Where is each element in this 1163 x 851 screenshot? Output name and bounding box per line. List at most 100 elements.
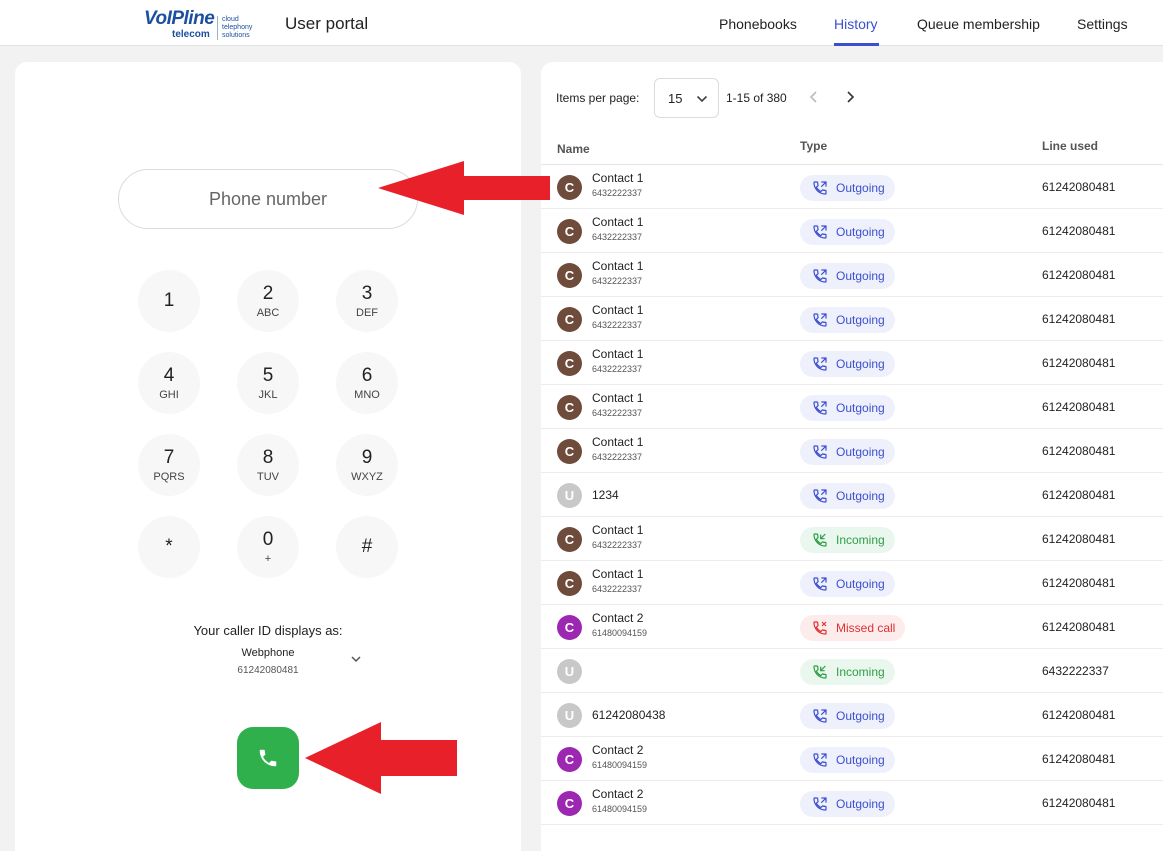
column-header-name[interactable]: Name	[557, 142, 590, 156]
table-row[interactable]: U Incoming 6432222337	[541, 649, 1163, 693]
contact-number: 6432222337	[592, 232, 643, 242]
table-row[interactable]: C Contact 1 6432222337 Outgoing 61242080481	[541, 561, 1163, 605]
keypad-digit: 2	[262, 282, 274, 304]
keypad-digit: #	[361, 536, 373, 557]
avatar: C	[557, 263, 582, 288]
keypad-key[interactable]: 2 ABC	[237, 270, 299, 332]
annotation-arrow-left-icon	[378, 161, 550, 215]
keypad-key[interactable]: *	[138, 516, 200, 578]
table-row[interactable]: C Contact 1 6432222337 Outgoing 61242080481	[541, 253, 1163, 297]
outgoing-call-icon	[813, 181, 827, 195]
pagination-range: 1-15 of 380	[726, 91, 787, 105]
outgoing-call-icon	[813, 489, 827, 503]
keypad-digit: *	[165, 536, 173, 557]
keypad-letters: MNO	[354, 388, 380, 401]
keypad-key[interactable]: 4 GHI	[138, 352, 200, 414]
line-used: 61242080481	[1042, 312, 1116, 326]
avatar: U	[557, 659, 582, 684]
outgoing-call-icon	[813, 401, 827, 415]
contact-number: 6432222337	[592, 540, 643, 550]
contact-name: Contact 1	[592, 347, 644, 361]
call-type-label: Outgoing	[836, 489, 885, 503]
keypad-letters: +	[264, 552, 272, 565]
contact-name: 1234	[592, 488, 619, 502]
column-header-type[interactable]: Type	[800, 139, 827, 153]
keypad-digit: 1	[163, 290, 175, 311]
call-type-label: Outgoing	[836, 181, 885, 195]
page-title: User portal	[285, 14, 369, 33]
contact-number: 6432222337	[592, 408, 643, 418]
chevron-left-icon[interactable]	[806, 89, 822, 105]
keypad-key[interactable]: 1	[138, 270, 200, 332]
call-type-badge: Outgoing	[800, 263, 895, 289]
caller-id-name[interactable]: Webphone	[218, 647, 318, 659]
table-row[interactable]: C Contact 1 6432222337 Outgoing 61242080481	[541, 385, 1163, 429]
keypad-key[interactable]: 9 WXYZ	[336, 434, 398, 496]
chevron-down-icon[interactable]	[349, 652, 363, 666]
top-header: VoIPline telecom cloud telephony solutio…	[0, 0, 1163, 46]
table-row[interactable]: U 61242080438 Outgoing 61242080481	[541, 693, 1163, 737]
call-type-label: Incoming	[836, 533, 885, 547]
call-type-badge: Outgoing	[800, 395, 895, 421]
call-type-label: Outgoing	[836, 269, 885, 283]
incoming-call-icon	[813, 533, 827, 547]
table-row[interactable]: C Contact 1 6432222337 Outgoing 61242080481	[541, 429, 1163, 473]
table-row[interactable]: C Contact 1 6432222337 Incoming 61242080481	[541, 517, 1163, 561]
call-type-badge: Outgoing	[800, 307, 895, 333]
avatar: C	[557, 791, 582, 816]
logo-tagline: cloud telephony solutions	[222, 16, 253, 39]
annotation-arrow-left-icon	[305, 722, 457, 794]
contact-number: 61480094159	[592, 628, 648, 638]
table-row[interactable]: C Contact 1 6432222337 Outgoing 61242080481	[541, 297, 1163, 341]
call-type-label: Outgoing	[836, 357, 885, 371]
line-used: 61242080481	[1042, 224, 1116, 238]
line-used: 61242080481	[1042, 180, 1116, 194]
contact-name: Contact 2	[592, 787, 644, 801]
keypad-digit: 4	[163, 364, 175, 386]
contact-number: 6432222337	[592, 276, 643, 286]
contact-number: 61480094159	[592, 804, 648, 814]
outgoing-call-icon	[813, 313, 827, 327]
contact-number: 6432222337	[592, 320, 643, 330]
avatar: U	[557, 483, 582, 508]
keypad-digit: 9	[361, 446, 373, 468]
keypad-letters: WXYZ	[351, 470, 383, 483]
chevron-down-icon	[696, 95, 708, 103]
keypad-key[interactable]: 5 JKL	[237, 352, 299, 414]
table-row[interactable]: C Contact 1 6432222337 Outgoing 61242080481	[541, 165, 1163, 209]
nav-history[interactable]: History	[834, 16, 878, 32]
avatar: C	[557, 571, 582, 596]
nav-queue-membership[interactable]: Queue membership	[917, 16, 1040, 32]
contact-name: Contact 1	[592, 523, 644, 537]
keypad-key[interactable]: 3 DEF	[336, 270, 398, 332]
nav-phonebooks[interactable]: Phonebooks	[719, 16, 797, 32]
items-per-page-select[interactable]: 15	[654, 78, 719, 118]
table-row[interactable]: C Contact 2 61480094159 Outgoing 61242080481	[541, 781, 1163, 825]
table-row[interactable]: C Contact 1 6432222337 Outgoing 61242080481	[541, 341, 1163, 385]
table-row[interactable]: C Contact 2 61480094159 Missed call 61242080…	[541, 605, 1163, 649]
voipline-logo[interactable]: VoIPline telecom cloud telephony solutio…	[144, 8, 264, 42]
keypad-digit: 0	[262, 528, 274, 550]
chevron-right-icon[interactable]	[842, 89, 858, 105]
table-row[interactable]: C Contact 2 61480094159 Outgoing 61242080481	[541, 737, 1163, 781]
keypad-key[interactable]: 8 TUV	[237, 434, 299, 496]
column-header-line-used[interactable]: Line used	[1042, 139, 1098, 153]
keypad-key[interactable]: 0 +	[237, 516, 299, 578]
call-type-badge: Outgoing	[800, 791, 895, 817]
incoming-call-icon	[813, 665, 827, 679]
outgoing-call-icon	[813, 577, 827, 591]
phone-number-input[interactable]	[118, 169, 418, 229]
table-row[interactable]: U 1234 Outgoing 61242080481	[541, 473, 1163, 517]
caller-id-label: Your caller ID displays as:	[193, 623, 343, 638]
table-row[interactable]: C Contact 1 6432222337 Outgoing 61242080481	[541, 209, 1163, 253]
nav-settings[interactable]: Settings	[1077, 16, 1128, 32]
keypad-key[interactable]: 6 MNO	[336, 352, 398, 414]
call-type-badge: Outgoing	[800, 175, 895, 201]
contact-number: 6432222337	[592, 364, 643, 374]
keypad-key[interactable]: #	[336, 516, 398, 578]
call-history-panel: Items per page: 15 1-15 of 380 Name Type…	[541, 62, 1163, 851]
call-type-label: Outgoing	[836, 225, 885, 239]
call-button[interactable]	[237, 727, 299, 789]
keypad-key[interactable]: 7 PQRS	[138, 434, 200, 496]
phone-icon	[259, 749, 277, 767]
